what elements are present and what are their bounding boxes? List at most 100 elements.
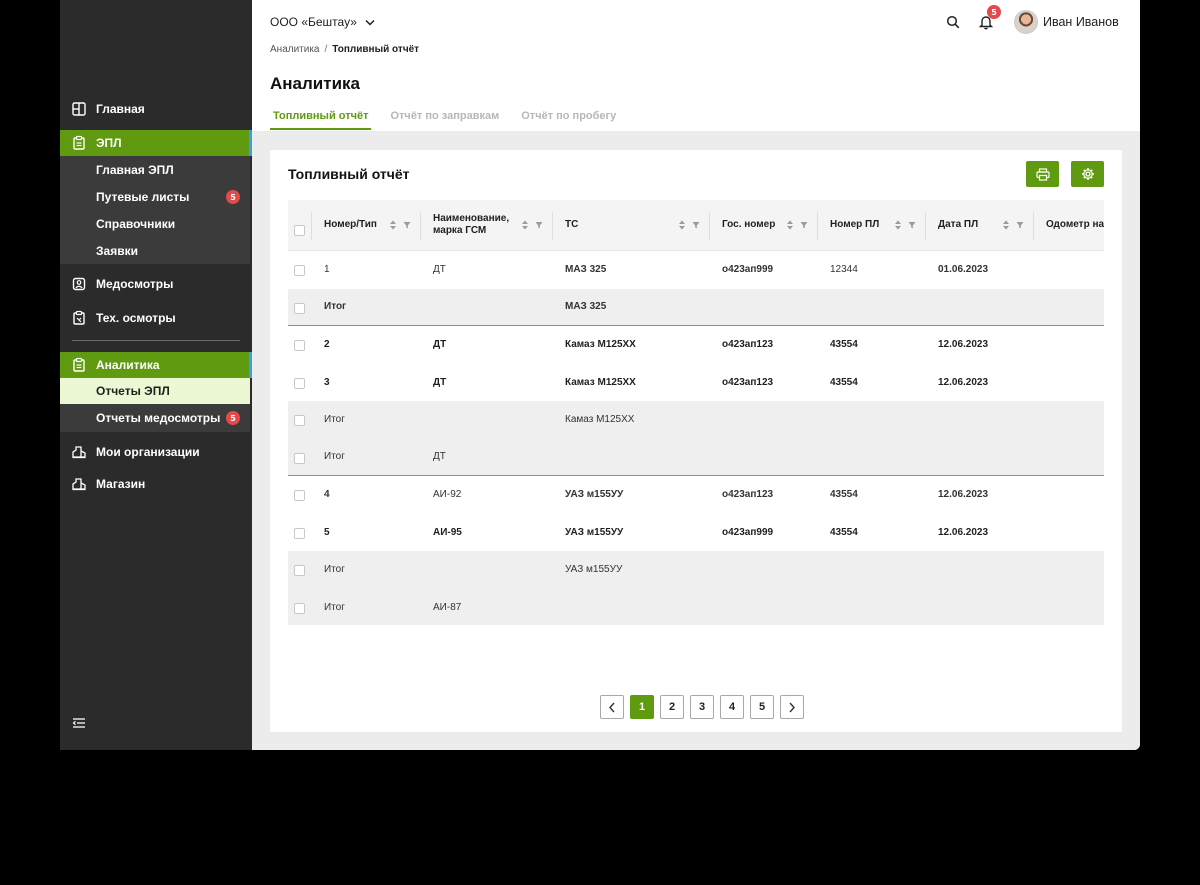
pagination-page-5[interactable]: 5	[750, 695, 774, 719]
cell-waybill-number: 43554	[830, 376, 858, 388]
row-checkbox[interactable]	[294, 415, 305, 426]
sort-icon[interactable]	[389, 219, 397, 231]
cell-plate: о423ап123	[722, 339, 774, 351]
pagination-page-1[interactable]: 1	[630, 695, 654, 719]
pagination-next-button[interactable]	[780, 695, 804, 719]
sort-icon[interactable]	[894, 219, 902, 231]
pagination-prev-button[interactable]	[600, 695, 624, 719]
row-checkbox[interactable]	[294, 377, 305, 389]
table-row[interactable]: 2 ДТ Камаз М125ХХ о423ап123 43554 12.06.…	[288, 326, 1104, 364]
submenu-item-requests[interactable]: Заявки	[60, 238, 250, 264]
sidebar-item-tech-inspection[interactable]: Тех. осмотры	[60, 305, 252, 331]
row-checkbox[interactable]	[294, 452, 305, 464]
row-checkbox[interactable]	[294, 527, 305, 539]
sidebar-item-shop[interactable]: Магазин	[60, 471, 252, 497]
print-icon	[1035, 167, 1050, 181]
submenu-item-epl-home[interactable]: Главная ЭПЛ	[60, 157, 250, 183]
sidebar-item-organizations[interactable]: Мои организации	[60, 439, 252, 465]
sidebar-item-home[interactable]: Главная	[60, 96, 252, 122]
row-checkbox[interactable]	[294, 265, 305, 276]
table-total-row[interactable]: Итог МАЗ 325	[288, 288, 1104, 326]
table-header-row: Номер/Тип Наименование, марка ГСМ ТС Гос…	[288, 200, 1104, 251]
sidebar-item-label: Тех. осмотры	[96, 311, 176, 325]
filter-icon[interactable]	[692, 221, 700, 229]
row-checkbox[interactable]	[294, 565, 305, 576]
col-header-fuel-brand[interactable]: Наименование, марка ГСМ	[433, 200, 523, 250]
pagination-page-2[interactable]: 2	[660, 695, 684, 719]
pagination-page-3[interactable]: 3	[690, 695, 714, 719]
sidebar-item-label: ЭПЛ	[96, 136, 122, 150]
submenu-item-epl-reports[interactable]: Отчеты ЭПЛ	[60, 378, 250, 404]
waybills-count-badge: 5	[226, 190, 240, 204]
sort-icon[interactable]	[1002, 219, 1010, 231]
organization-name: ООО «Бештау»	[270, 15, 357, 29]
table-total-row[interactable]: Итог УАЗ м155УУ	[288, 551, 1104, 589]
table-row[interactable]: 3 ДТ Камаз М125ХХ о423ап123 43554 12.06.…	[288, 364, 1104, 402]
select-all-checkbox[interactable]	[294, 225, 305, 236]
table-row[interactable]: 4 АИ-92 УАЗ м155УУ о423ап123 43554 12.06…	[288, 476, 1104, 514]
search-icon[interactable]	[946, 15, 960, 29]
filter-icon[interactable]	[908, 221, 916, 229]
cell-vehicle: УАЗ м155УУ	[565, 489, 624, 501]
column-divider	[925, 212, 926, 240]
avatar[interactable]	[1014, 10, 1038, 34]
pagination-page-4[interactable]: 4	[720, 695, 744, 719]
collapse-menu-icon[interactable]	[72, 716, 86, 730]
chevron-left-icon	[609, 702, 615, 712]
cell-number-type: 1	[324, 264, 330, 276]
tab-fuel-report[interactable]: Топливный отчёт	[270, 110, 372, 130]
row-checkbox[interactable]	[294, 340, 305, 351]
table-total-row[interactable]: Итог АИ-87	[288, 588, 1104, 625]
filter-icon[interactable]	[800, 221, 808, 229]
row-checkbox[interactable]	[294, 302, 305, 314]
filter-icon[interactable]	[535, 221, 543, 229]
organization-selector[interactable]: ООО «Бештау»	[270, 15, 375, 29]
cell-vehicle: Камаз М125ХХ	[565, 376, 636, 388]
notifications-badge: 5	[987, 5, 1001, 19]
tab-refuel-report[interactable]: Отчёт по заправкам	[387, 110, 502, 130]
col-header-waybill-date[interactable]: Дата ПЛ	[938, 200, 998, 250]
submenu-item-waybills[interactable]: Путевые листы 5	[60, 184, 250, 210]
cell-number-type: 3	[324, 376, 330, 388]
cell-plate: о423ап123	[722, 489, 774, 501]
shop-icon	[72, 478, 86, 491]
breadcrumb-link-analytics[interactable]: Аналитика	[270, 44, 320, 55]
filter-icon[interactable]	[1016, 221, 1024, 229]
table-row[interactable]: 1 ДТ МАЗ 325 о423ап999 12344 01.06.2023	[288, 251, 1104, 289]
cell-fuel-brand: ДТ	[433, 451, 446, 463]
cell-fuel-brand: ДТ	[433, 376, 447, 388]
user-name[interactable]: Иван Иванов	[1043, 15, 1119, 29]
submenu-item-medical-reports[interactable]: Отчеты медосмотры 5	[60, 405, 250, 431]
col-header-odometer[interactable]: Одометр на	[1046, 200, 1104, 250]
table-row[interactable]: 5 АИ-95 УАЗ м155УУ о423ап999 43554 12.06…	[288, 514, 1104, 552]
page-title: Аналитика	[270, 74, 360, 93]
col-header-waybill-number[interactable]: Номер ПЛ	[830, 200, 890, 250]
cell-plate: о423ап999	[722, 526, 774, 538]
filter-icon[interactable]	[403, 221, 411, 229]
cell-vehicle: УАЗ м155УУ	[565, 526, 624, 538]
sidebar-item-analytics[interactable]: Аналитика	[60, 352, 252, 378]
app-window: Главная ЭПЛ Главная ЭПЛ Путевые листы 5 …	[60, 0, 1140, 750]
sort-icon[interactable]	[786, 219, 794, 231]
cell-fuel-brand: ДТ	[433, 339, 447, 351]
row-checkbox[interactable]	[294, 602, 305, 614]
col-header-plate[interactable]: Гос. номер	[722, 200, 786, 250]
col-header-vehicle[interactable]: ТС	[565, 200, 665, 250]
cell-fuel-brand: ДТ	[433, 264, 446, 276]
settings-button[interactable]	[1071, 161, 1104, 187]
medical-check-icon	[72, 277, 86, 291]
cell-plate: о423ап999	[722, 264, 774, 276]
row-checkbox[interactable]	[294, 490, 305, 501]
sort-icon[interactable]	[678, 219, 686, 231]
sidebar-item-epl[interactable]: ЭПЛ	[60, 130, 252, 156]
sidebar-item-label: Мои организации	[96, 445, 200, 459]
submenu-item-references[interactable]: Справочники	[60, 211, 250, 237]
tab-mileage-report[interactable]: Отчёт по пробегу	[518, 110, 619, 130]
col-header-number-type[interactable]: Номер/Тип	[324, 200, 384, 250]
table-total-row[interactable]: Итог ДТ	[288, 438, 1104, 476]
table-total-row[interactable]: Итог Камаз М125ХХ	[288, 401, 1104, 439]
sort-icon[interactable]	[521, 219, 529, 231]
sidebar-item-medical[interactable]: Медосмотры	[60, 271, 252, 297]
cell-vehicle: УАЗ м155УУ	[565, 564, 623, 576]
print-button[interactable]	[1026, 161, 1059, 187]
